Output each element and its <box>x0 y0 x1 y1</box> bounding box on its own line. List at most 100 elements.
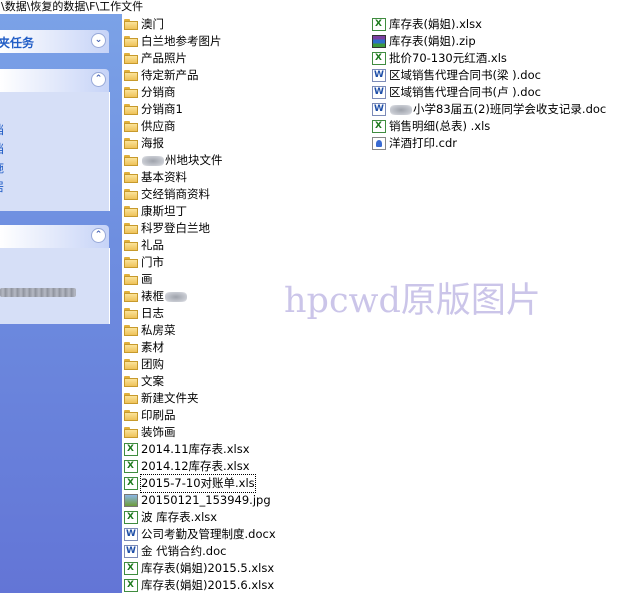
file-name: 交经销商资料 <box>141 187 210 201</box>
folder-item[interactable]: 分销商 <box>124 84 276 101</box>
file-name: 康斯坦丁 <box>141 204 187 218</box>
file-name: 批价70-130元红酒.xls <box>389 51 507 65</box>
file-item[interactable]: 洋酒打印.cdr <box>372 135 606 152</box>
folder-item[interactable]: 画 <box>124 271 276 288</box>
folder-icon <box>124 205 138 218</box>
folder-item[interactable]: 门市 <box>124 254 276 271</box>
place-link-3[interactable]: 施 <box>0 159 4 176</box>
folder-item[interactable]: 供应商 <box>124 118 276 135</box>
folder-item[interactable]: 澳门 <box>124 16 276 33</box>
folder-item[interactable]: 裱框 <box>124 288 276 305</box>
file-item[interactable]: 公司考勤及管理制度.docx <box>124 526 276 543</box>
file-item[interactable]: 库存表(娟姐)2015.6.xlsx <box>124 577 276 593</box>
folder-icon <box>124 120 138 133</box>
folder-item[interactable]: 待定新产品 <box>124 67 276 84</box>
folder-icon <box>124 307 138 320</box>
redaction-blur <box>390 104 412 115</box>
folder-icon <box>124 222 138 235</box>
xls-icon <box>124 511 138 524</box>
file-item[interactable]: 2014.11库存表.xlsx <box>124 441 276 458</box>
folder-item[interactable]: 海报 <box>124 135 276 152</box>
file-name: 礼品 <box>141 238 164 252</box>
file-name: 波 库存表.xlsx <box>141 510 218 524</box>
folder-icon <box>124 137 138 150</box>
folder-item[interactable]: 礼品 <box>124 237 276 254</box>
file-name: 库存表(娟姐)2015.6.xlsx <box>141 578 275 592</box>
details-body <box>0 248 110 324</box>
folder-icon <box>124 35 138 48</box>
other-places-header[interactable]: ⌃ <box>0 69 109 92</box>
file-item[interactable]: 库存表(娟姐).zip <box>372 33 606 50</box>
file-name: 洋酒打印.cdr <box>389 136 458 150</box>
folder-item[interactable]: 州地块文件 <box>124 152 276 169</box>
file-name: 20150121_153949.jpg <box>141 493 271 507</box>
place-link-2[interactable]: 档 <box>0 140 4 157</box>
file-name: 新建文件夹 <box>141 391 199 405</box>
file-name: 供应商 <box>141 119 176 133</box>
folder-icon <box>124 324 138 337</box>
file-item[interactable]: 库存表(娟姐).xlsx <box>372 16 606 33</box>
file-name: 文案 <box>141 374 164 388</box>
expand-chevron-icon[interactable]: ⌃ <box>91 72 106 87</box>
file-name: 2014.12库存表.xlsx <box>141 459 250 473</box>
folder-item[interactable]: 分销商1 <box>124 101 276 118</box>
file-name: 白兰地参考图片 <box>141 34 222 48</box>
xls-icon <box>124 579 138 592</box>
folder-item[interactable]: 文案 <box>124 373 276 390</box>
file-name: 分销商1 <box>141 102 183 116</box>
folder-icon <box>124 188 138 201</box>
folder-item[interactable]: 新建文件夹 <box>124 390 276 407</box>
file-name: 私房菜 <box>141 323 176 337</box>
folder-item[interactable]: 印刷品 <box>124 407 276 424</box>
expand-chevron-icon[interactable]: ⌃ <box>91 228 106 243</box>
folder-item[interactable]: 产品照片 <box>124 50 276 67</box>
folder-icon <box>124 69 138 82</box>
file-name: 库存表(娟姐).zip <box>389 34 476 48</box>
folder-item[interactable]: 装饰画 <box>124 424 276 441</box>
file-item[interactable]: 小学83届五(2)班同学会收支记录.doc <box>372 101 606 118</box>
file-item[interactable]: 区域销售代理合同书(卢 ).doc <box>372 84 606 101</box>
file-name: 澳门 <box>141 17 164 31</box>
file-item[interactable]: 销售明细(总表) .xls <box>372 118 606 135</box>
xls-icon <box>372 120 386 133</box>
folder-item[interactable]: 交经销商资料 <box>124 186 276 203</box>
folder-item[interactable]: 团购 <box>124 356 276 373</box>
folder-item[interactable]: 白兰地参考图片 <box>124 33 276 50</box>
file-tasks-title: 夹任务 <box>0 36 35 50</box>
collapse-chevron-icon[interactable]: ⌄ <box>91 33 106 48</box>
file-name: 销售明细(总表) .xls <box>389 119 491 133</box>
file-name: 区域销售代理合同书(卢 ).doc <box>389 85 541 99</box>
folder-item[interactable]: 基本资料 <box>124 169 276 186</box>
file-item[interactable]: 库存表(娟姐)2015.5.xlsx <box>124 560 276 577</box>
file-name: 金 代销合约.doc <box>141 544 227 558</box>
doc-icon <box>372 103 386 116</box>
task-pane: 夹任务 ⌄ ⌃ 档 档 施 居 ⌃ <box>0 14 122 593</box>
file-item[interactable]: 2015-7-10对账单.xls <box>124 474 276 493</box>
folder-item[interactable]: 日志 <box>124 305 276 322</box>
file-name: 待定新产品 <box>141 68 199 82</box>
file-item[interactable]: 2014.12库存表.xlsx <box>124 458 276 475</box>
folder-item[interactable]: 康斯坦丁 <box>124 203 276 220</box>
file-list: 澳门白兰地参考图片产品照片 待定新产品分销商 分销商1 供应商海报州地块文件 基本资料交… <box>122 14 617 593</box>
place-link-4[interactable]: 居 <box>0 178 4 195</box>
folder-icon <box>124 426 138 439</box>
folder-icon <box>124 239 138 252</box>
place-link-1[interactable]: 档 <box>0 121 4 138</box>
file-item[interactable]: 批价70-130元红酒.xls <box>372 50 606 67</box>
file-name: 装饰画 <box>141 425 176 439</box>
file-name: 海报 <box>141 136 164 150</box>
file-item[interactable]: 波 库存表.xlsx <box>124 509 276 526</box>
file-name: 门市 <box>141 255 164 269</box>
folder-item[interactable]: 科罗登白兰地 <box>124 220 276 237</box>
folder-icon <box>124 86 138 99</box>
file-item[interactable]: 区域销售代理合同书(梁 ).doc <box>372 67 606 84</box>
details-header[interactable]: ⌃ <box>0 225 109 248</box>
folder-icon <box>124 171 138 184</box>
folder-icon <box>124 392 138 405</box>
file-tasks-header[interactable]: 夹任务 ⌄ <box>0 30 109 53</box>
file-item[interactable]: 金 代销合约.doc <box>124 543 276 560</box>
folder-icon <box>124 256 138 269</box>
folder-item[interactable]: 私房菜 <box>124 322 276 339</box>
file-item[interactable]: 20150121_153949.jpg <box>124 492 276 509</box>
folder-item[interactable]: 素材 <box>124 339 276 356</box>
